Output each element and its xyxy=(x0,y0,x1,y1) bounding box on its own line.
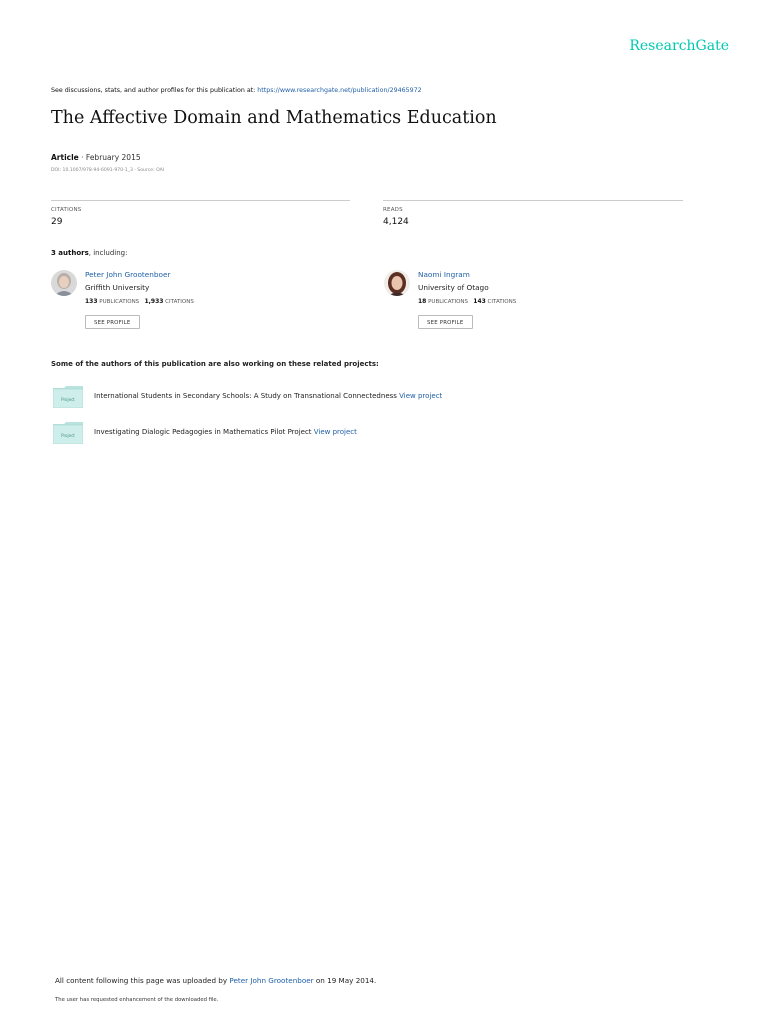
source-prefix: See discussions, stats, and author profi… xyxy=(51,87,258,94)
author-stats: 133 PUBLICATIONS 1,933 CITATIONS xyxy=(85,298,194,305)
author-photo-2 xyxy=(384,270,410,296)
author-citations-count: 1,933 xyxy=(144,298,164,305)
authors-count: 3 authors xyxy=(51,249,89,257)
author-name-link[interactable]: Peter John Grootenboer xyxy=(85,270,170,279)
see-profile-button[interactable]: SEE PROFILE xyxy=(85,315,140,329)
authors-heading: 3 authors, including: xyxy=(51,249,127,257)
author-citations-count: 143 xyxy=(473,298,486,305)
upload-suffix: on 19 May 2014. xyxy=(313,976,377,985)
upload-note: All content following this page was uplo… xyxy=(55,976,376,985)
author-publications-label: PUBLICATIONS xyxy=(97,299,140,305)
project-folder-icon: Project xyxy=(52,422,84,445)
author-photo-1 xyxy=(51,270,77,296)
list-item: International Students in Secondary Scho… xyxy=(94,392,442,400)
project-folder-icon: Project xyxy=(52,386,84,409)
citations-divider xyxy=(51,200,350,201)
publication-date: · February 2015 xyxy=(78,153,141,162)
reads-value: 4,124 xyxy=(383,217,409,227)
researchgate-logo[interactable]: ResearchGate xyxy=(629,38,729,54)
enhancement-note: The user has requested enhancement of th… xyxy=(55,997,219,1003)
project-icon-label: Project xyxy=(61,433,75,438)
publication-source-line: See discussions, stats, and author profi… xyxy=(51,87,422,94)
reads-divider xyxy=(383,200,683,201)
author-citations-label: CITATIONS xyxy=(485,299,517,305)
upload-prefix: All content following this page was uplo… xyxy=(55,976,230,985)
citations-value: 29 xyxy=(51,217,63,227)
author-institution: University of Otago xyxy=(418,283,489,292)
author-institution: Griffith University xyxy=(85,283,150,292)
page-title: The Affective Domain and Mathematics Edu… xyxy=(51,108,497,128)
view-project-link[interactable]: View project xyxy=(399,392,442,400)
project-title: International Students in Secondary Scho… xyxy=(94,392,400,400)
avatar[interactable] xyxy=(384,270,410,296)
citations-label: CITATIONS xyxy=(51,207,82,213)
see-profile-button[interactable]: SEE PROFILE xyxy=(418,315,473,329)
publication-meta: Article · February 2015 xyxy=(51,153,141,162)
author-stats: 18 PUBLICATIONS 143 CITATIONS xyxy=(418,298,516,305)
author-name-link[interactable]: Naomi Ingram xyxy=(418,270,470,279)
publication-doi: DOI: 10.1007/978-94-6091-970-1_3 · Sourc… xyxy=(51,168,165,173)
authors-suffix: , including: xyxy=(88,249,128,257)
project-icon-label: Project xyxy=(61,397,75,402)
reads-label: READS xyxy=(383,207,403,213)
publication-url-link[interactable]: https://www.researchgate.net/publication… xyxy=(257,87,421,94)
publication-type: Article xyxy=(51,153,79,162)
avatar[interactable] xyxy=(51,270,77,296)
author-citations-label: CITATIONS xyxy=(163,299,194,305)
author-publications-count: 133 xyxy=(85,298,98,305)
author-publications-label: PUBLICATIONS xyxy=(426,299,469,305)
related-projects-heading: Some of the authors of this publication … xyxy=(51,360,379,368)
list-item: Investigating Dialogic Pedagogies in Mat… xyxy=(94,428,357,436)
project-title: Investigating Dialogic Pedagogies in Mat… xyxy=(94,428,314,436)
uploader-link[interactable]: Peter John Grootenboer xyxy=(229,976,313,985)
view-project-link[interactable]: View project xyxy=(314,428,357,436)
